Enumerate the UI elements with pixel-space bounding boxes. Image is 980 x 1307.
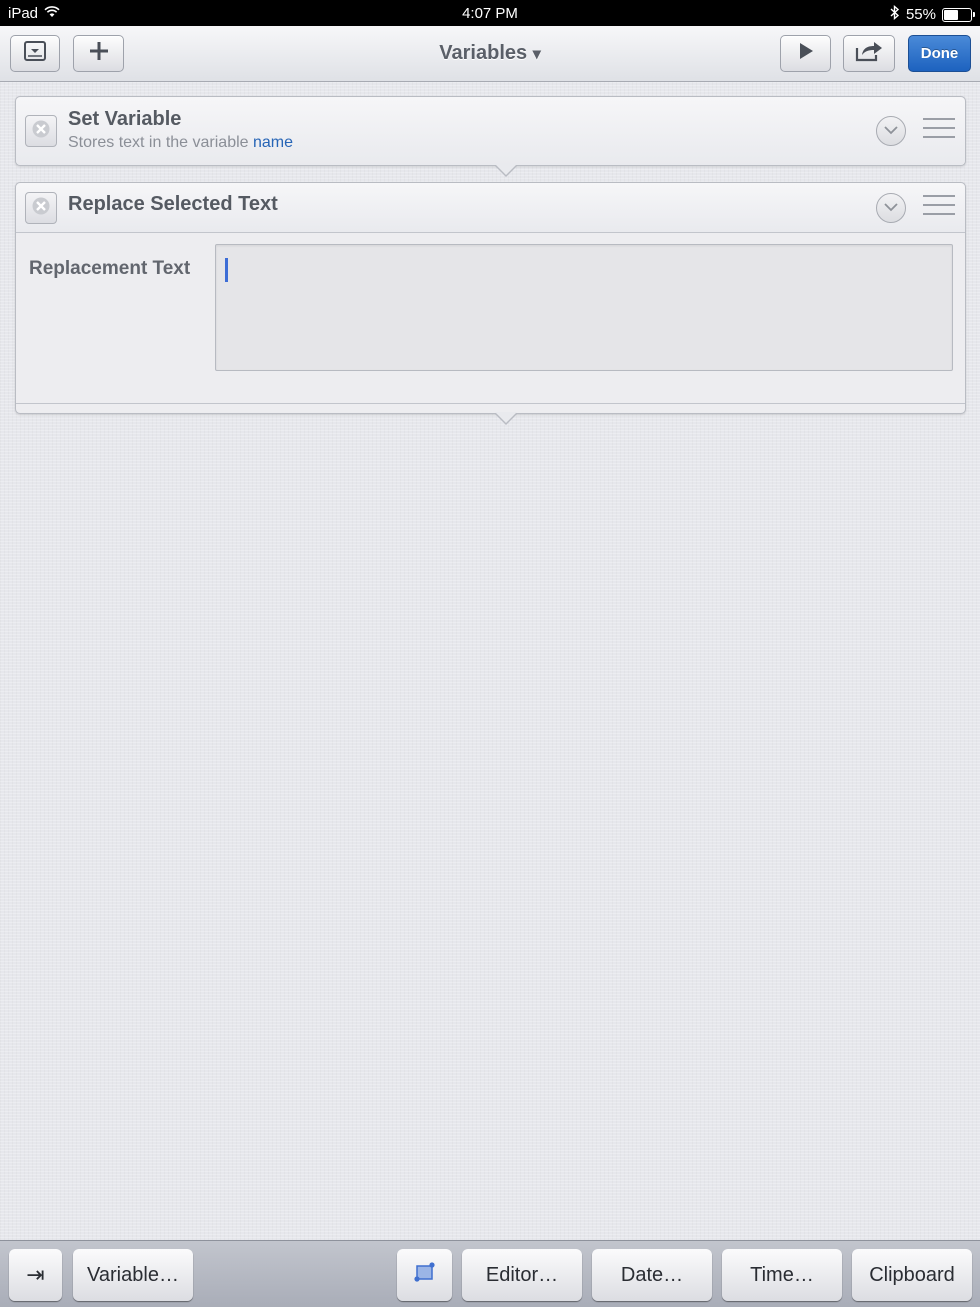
keyboard-accessory-bar: ⇥ Variable… Editor… Date… Time… Clipboar… [0, 1240, 980, 1307]
divider [16, 403, 965, 404]
selection-button[interactable] [397, 1249, 452, 1301]
toolbar: Variables ▾ Done [0, 26, 980, 82]
play-icon [798, 42, 814, 65]
chevron-down-icon [884, 199, 898, 217]
action-title: Replace Selected Text [68, 193, 278, 215]
share-button[interactable] [843, 35, 895, 72]
action-card-replace-selected-text[interactable]: Replace Selected Text Replacement Text [15, 182, 966, 425]
status-right: 55% [890, 4, 975, 24]
time-button[interactable]: Time… [722, 1249, 842, 1301]
date-button[interactable]: Date… [592, 1249, 712, 1301]
action-subtitle: Stores text in the variable name [68, 134, 293, 152]
run-button[interactable] [780, 35, 831, 72]
workflow-title-menu[interactable]: Variables ▾ [0, 42, 980, 65]
battery-icon [942, 7, 975, 22]
expand-action-button[interactable] [876, 193, 906, 223]
status-time: 4:07 PM [462, 5, 518, 22]
tab-icon: ⇥ [26, 1262, 45, 1288]
done-button[interactable]: Done [908, 35, 971, 72]
battery-percent: 55% [905, 6, 936, 23]
variable-token[interactable]: name [253, 134, 293, 151]
page-title: Variables [439, 42, 528, 64]
editor-button[interactable]: Editor… [462, 1249, 582, 1301]
chevron-down-icon: ▾ [532, 46, 541, 63]
action-subtitle-text: Stores text in the variable [68, 134, 249, 151]
action-card-set-variable[interactable]: Set Variable Stores text in the variable… [15, 96, 966, 177]
remove-action-button[interactable] [25, 192, 57, 224]
bluetooth-icon [890, 4, 900, 24]
expand-action-button[interactable] [876, 116, 906, 146]
drag-handle[interactable] [923, 195, 955, 223]
replacement-text-field[interactable] [215, 244, 953, 371]
close-icon [32, 197, 50, 220]
selection-icon [413, 1261, 437, 1289]
text-caret [225, 258, 228, 282]
remove-action-button[interactable] [25, 115, 57, 147]
flow-connector [494, 164, 518, 177]
action-header: Set Variable Stores text in the variable… [16, 97, 965, 165]
variable-button[interactable]: Variable… [73, 1249, 193, 1301]
action-title: Set Variable [68, 108, 182, 130]
parameter-label: Replacement Text [29, 258, 191, 279]
action-header: Replace Selected Text [16, 183, 965, 233]
drag-handle[interactable] [923, 118, 955, 146]
clipboard-button[interactable]: Clipboard [852, 1249, 972, 1301]
flow-connector [494, 412, 518, 425]
battery-level [944, 9, 958, 20]
chevron-down-icon [884, 122, 898, 140]
status-bar: iPad 4:07 PM 55% [0, 0, 980, 26]
tab-key-button[interactable]: ⇥ [9, 1249, 62, 1301]
share-icon [854, 40, 884, 67]
close-icon [32, 120, 50, 143]
